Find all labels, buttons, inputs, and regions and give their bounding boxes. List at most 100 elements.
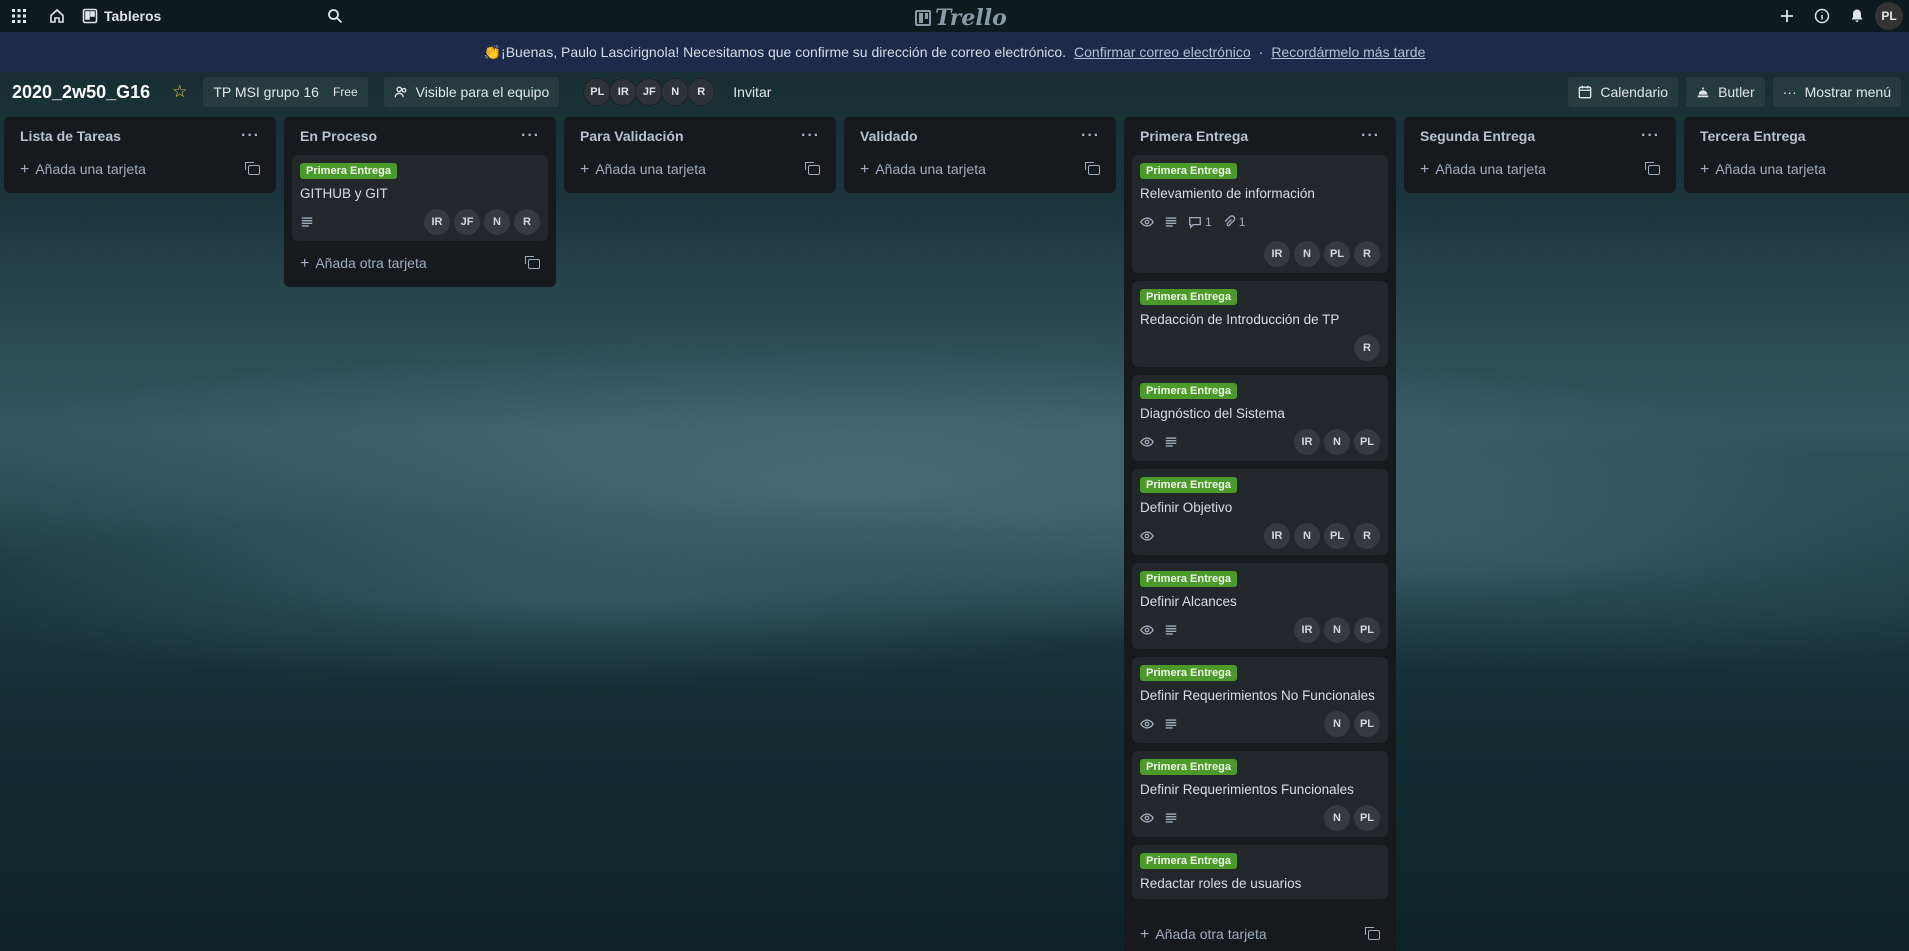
member-avatar[interactable]: IR [424,209,450,235]
member-avatar[interactable]: PL [1354,711,1380,737]
list-header[interactable]: En Proceso ··· [292,117,548,155]
board-member-avatar[interactable]: IR [609,78,638,106]
list-title[interactable]: En Proceso [300,128,377,144]
list-header[interactable]: Validado ··· [852,117,1108,155]
star-icon[interactable]: ☆ [172,82,187,102]
card-label[interactable]: Primera Entrega [300,163,397,179]
member-avatar[interactable]: N [1324,711,1350,737]
card[interactable]: Primera Entrega Definir Requerimientos No… [1132,657,1388,743]
member-avatar[interactable]: PL [1354,617,1380,643]
list-title[interactable]: Validado [860,128,918,144]
member-avatar[interactable]: R [1354,241,1380,267]
user-avatar[interactable]: PL [1875,2,1903,30]
add-card-button[interactable]: + Añada una tarjeta [1692,155,1906,185]
add-card-button[interactable]: + Añada una tarjeta [1412,155,1668,185]
add-card[interactable]: + Añada una tarjeta [580,161,706,179]
add-card[interactable]: + Añada una tarjeta [20,161,146,179]
board-member-avatar[interactable]: R [687,78,716,106]
member-avatar[interactable]: IR [1264,241,1290,267]
card[interactable]: Primera Entrega Redacción de Introducción… [1132,281,1388,367]
list-menu-icon[interactable]: ··· [1361,127,1380,145]
add-card-button[interactable]: + Añada una tarjeta [852,155,1108,185]
card[interactable]: Primera Entrega Diagnóstico del Sistema IR… [1132,375,1388,461]
list-title[interactable]: Tercera Entrega [1700,128,1806,144]
member-avatar[interactable]: PL [1324,241,1350,267]
board-member-avatar[interactable]: JF [635,78,664,106]
member-avatar[interactable]: PL [1324,523,1350,549]
member-avatar[interactable]: PL [1354,805,1380,831]
card[interactable]: Primera Entrega Definir Objetivo IR N PL R [1132,469,1388,555]
list-title[interactable]: Primera Entrega [1140,128,1248,144]
list-menu-icon[interactable]: ··· [1081,127,1100,145]
board-title[interactable]: 2020_2w50_G16 [12,82,150,103]
add-card[interactable]: + Añada una tarjeta [1700,161,1826,179]
list-title[interactable]: Lista de Tareas [20,128,121,144]
confirm-email-link[interactable]: Confirmar correo electrónico [1074,44,1251,60]
bell-icon[interactable] [1843,2,1871,30]
member-avatar[interactable]: R [1354,523,1380,549]
card[interactable]: Primera Entrega Definir Requerimientos Fu… [1132,751,1388,837]
calendar-button[interactable]: Calendario [1568,77,1679,107]
card-label[interactable]: Primera Entrega [1140,759,1237,775]
list-header[interactable]: Para Validación ··· [572,117,828,155]
invite-button[interactable]: Invitar [733,84,771,100]
add-card[interactable]: + Añada una tarjeta [1420,161,1546,179]
card[interactable]: Primera Entrega Relevamiento de informaci… [1132,155,1388,273]
visibility-button[interactable]: Visible para el equipo [383,77,560,107]
list-menu-icon[interactable]: ··· [241,127,260,145]
list-header[interactable]: Segunda Entrega ··· [1412,117,1668,155]
create-plus-icon[interactable] [1773,2,1801,30]
member-avatar[interactable]: R [1354,335,1380,361]
card-template-icon[interactable] [805,162,820,175]
board-member-avatar[interactable]: PL [583,78,612,106]
card-label[interactable]: Primera Entrega [1140,665,1237,681]
butler-button[interactable]: Butler [1686,77,1765,107]
add-card[interactable]: + Añada otra tarjeta [300,255,427,273]
apps-grid-icon[interactable] [5,2,33,30]
card-label[interactable]: Primera Entrega [1140,383,1237,399]
member-avatar[interactable]: N [1294,241,1320,267]
list-title[interactable]: Para Validación [580,128,684,144]
remind-later-link[interactable]: Recordármelo más tarde [1271,44,1425,60]
member-avatar[interactable]: R [514,209,540,235]
card-label[interactable]: Primera Entrega [1140,477,1237,493]
card[interactable]: Primera Entrega GITHUB y GIT IR JF N R [292,155,548,241]
trello-logo[interactable]: Trello [915,5,1007,31]
search-icon[interactable] [321,2,349,30]
card-label[interactable]: Primera Entrega [1140,163,1237,179]
card-template-icon[interactable] [245,162,260,175]
add-card-button[interactable]: + Añada otra tarjeta [292,249,548,279]
add-card-button[interactable]: + Añada una tarjeta [572,155,828,185]
card-template-icon[interactable] [1365,927,1380,940]
add-card-button[interactable]: + Añada otra tarjeta [1132,920,1388,950]
card-template-icon[interactable] [1085,162,1100,175]
card-label[interactable]: Primera Entrega [1140,853,1237,869]
show-menu-button[interactable]: ··· Mostrar menú [1772,77,1901,107]
member-avatar[interactable]: IR [1294,617,1320,643]
list-menu-icon[interactable]: ··· [521,127,540,145]
home-icon[interactable] [43,2,71,30]
card-template-icon[interactable] [525,256,540,269]
add-card-button[interactable]: + Añada una tarjeta [12,155,268,185]
member-avatar[interactable]: N [1294,523,1320,549]
list-header[interactable]: Primera Entrega ··· [1132,117,1388,155]
card[interactable]: Primera Entrega Definir Alcances IR N PL [1132,563,1388,649]
member-avatar[interactable]: N [1324,429,1350,455]
info-icon[interactable] [1808,2,1836,30]
card-label[interactable]: Primera Entrega [1140,289,1237,305]
boards-button[interactable]: Tableros [74,2,234,30]
card-label[interactable]: Primera Entrega [1140,571,1237,587]
list-header[interactable]: Lista de Tareas ··· [12,117,268,155]
board-member-avatar[interactable]: N [661,78,690,106]
card[interactable]: Primera Entrega Redactar roles de usuario… [1132,845,1388,899]
list-header[interactable]: Tercera Entrega [1692,117,1906,155]
member-avatar[interactable]: IR [1294,429,1320,455]
add-card[interactable]: + Añada una tarjeta [860,161,986,179]
member-avatar[interactable]: PL [1354,429,1380,455]
member-avatar[interactable]: JF [454,209,480,235]
member-avatar[interactable]: N [1324,805,1350,831]
member-avatar[interactable]: IR [1264,523,1290,549]
member-avatar[interactable]: N [1324,617,1350,643]
list-title[interactable]: Segunda Entrega [1420,128,1535,144]
member-avatar[interactable]: N [484,209,510,235]
